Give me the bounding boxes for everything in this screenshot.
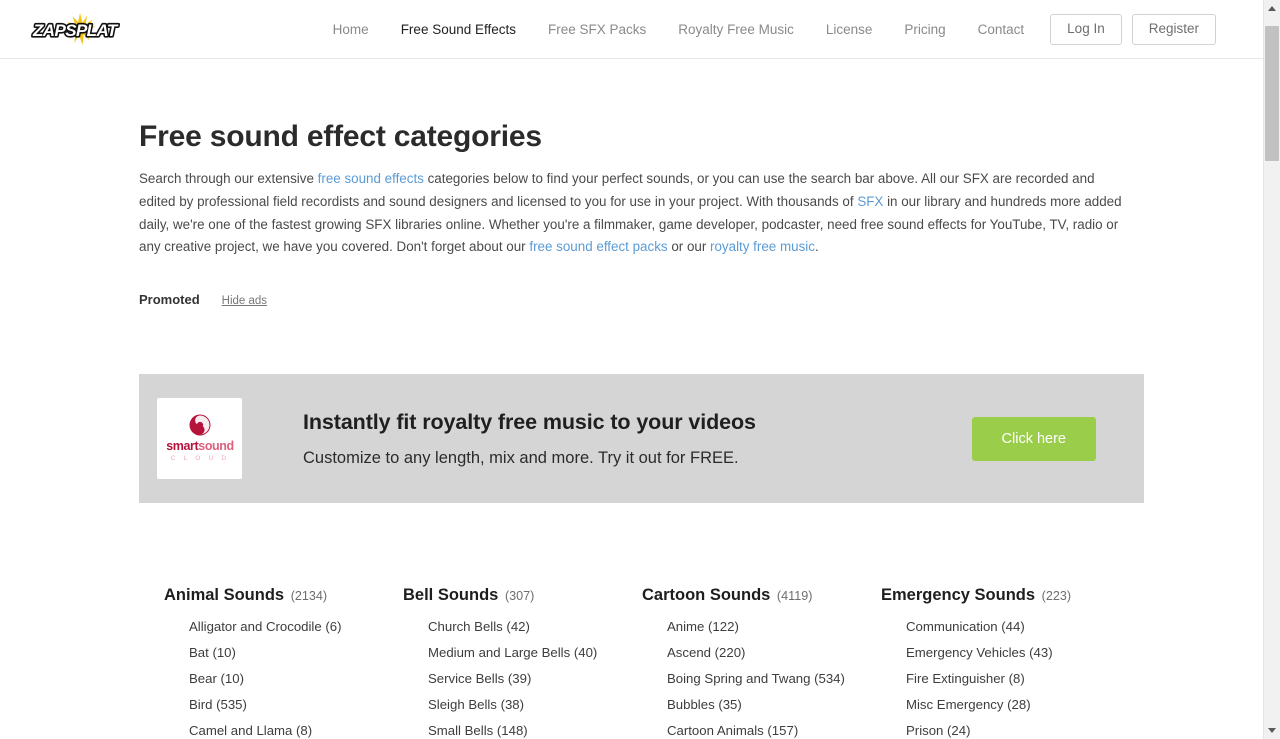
category-subitem[interactable]: Medium and Large Bells (40) (403, 645, 642, 660)
category-group: Cartoon Sounds (4119) Anime (122) Ascend (… (642, 586, 881, 739)
intro-paragraph: Search through our extensive free sound … (139, 168, 1125, 258)
category-columns: Animal Sounds (2134) Alligator and Crocod… (164, 586, 1263, 739)
browser-page: ZAPSPLAT ZAPSPLAT Home Free Sound Effect… (0, 0, 1280, 739)
site-header: ZAPSPLAT ZAPSPLAT Home Free Sound Effect… (0, 0, 1263, 59)
category-column: Emergency Sounds (223) Communication (44)… (881, 586, 1120, 739)
link-royalty-free-music[interactable]: royalty free music (710, 239, 815, 254)
ad-copy: Instantly fit royalty free music to your… (303, 410, 972, 468)
category-column: Bell Sounds (307) Church Bells (42) Medium… (403, 586, 642, 739)
category-heading[interactable]: Cartoon Sounds (4119) (642, 586, 881, 605)
logo-wordmark: ZAPSPLAT ZAPSPLAT (32, 21, 119, 40)
category-heading-label: Emergency Sounds (881, 586, 1035, 604)
category-heading-count: (2134) (291, 589, 327, 603)
category-heading[interactable]: Emergency Sounds (223) (881, 586, 1120, 605)
category-subitem[interactable]: Prison (24) (881, 723, 1120, 738)
category-subitem[interactable]: Anime (122) (642, 619, 881, 634)
category-subitem[interactable]: Church Bells (42) (403, 619, 642, 634)
smartsound-swirl-icon (189, 414, 210, 435)
intro-text-5: . (815, 239, 819, 254)
category-heading-count: (223) (1042, 589, 1071, 603)
category-subitem[interactable]: Misc Emergency (28) (881, 697, 1120, 712)
smartsound-logo: smartsound C L O U D (157, 398, 242, 479)
category-subitem[interactable]: Alligator and Crocodile (6) (164, 619, 403, 634)
page-scrollbar[interactable] (1263, 0, 1280, 739)
ad-subheadline: Customize to any length, mix and more. T… (303, 449, 972, 468)
hide-ads-link[interactable]: Hide ads (222, 295, 267, 307)
category-subitem[interactable]: Bat (10) (164, 645, 403, 660)
scroll-up-arrow-icon[interactable] (1264, 0, 1280, 17)
link-free-sound-effects[interactable]: free sound effects (318, 171, 424, 186)
category-subitem[interactable]: Service Bells (39) (403, 671, 642, 686)
category-heading-count: (4119) (777, 589, 812, 603)
category-subitem[interactable]: Small Bells (148) (403, 723, 642, 738)
link-sfx[interactable]: SFX (857, 194, 883, 209)
link-free-sound-effect-packs[interactable]: free sound effect packs (529, 239, 667, 254)
page-title: Free sound effect categories (139, 120, 542, 154)
smartsound-brand-bold: smart (166, 439, 199, 453)
category-heading[interactable]: Animal Sounds (2134) (164, 586, 403, 605)
login-button[interactable]: Log In (1050, 14, 1122, 45)
category-heading-label: Bell Sounds (403, 586, 498, 604)
smartsound-sub: C L O U D (170, 455, 229, 462)
svg-text:ZAPSPLAT: ZAPSPLAT (32, 21, 119, 40)
category-heading-count: (307) (505, 589, 534, 603)
category-column: Animal Sounds (2134) Alligator and Crocod… (164, 586, 403, 739)
intro-text-4: or our (668, 239, 710, 254)
category-subitem[interactable]: Bubbles (35) (642, 697, 881, 712)
intro-text-1: Search through our extensive (139, 171, 318, 186)
page-viewport: ZAPSPLAT ZAPSPLAT Home Free Sound Effect… (0, 0, 1263, 739)
scrollbar-thumb[interactable] (1265, 26, 1279, 161)
promoted-ad-banner[interactable]: smartsound C L O U D Instantly fit royal… (139, 374, 1144, 503)
category-subitem[interactable]: Bear (10) (164, 671, 403, 686)
category-subitem[interactable]: Boing Spring and Twang (534) (642, 671, 881, 686)
category-subitem[interactable]: Sleigh Bells (38) (403, 697, 642, 712)
scroll-down-arrow-icon[interactable] (1264, 722, 1280, 739)
nav-item-license[interactable]: License (810, 0, 889, 59)
click-here-button[interactable]: Click here (972, 417, 1096, 461)
nav-item-home[interactable]: Home (317, 0, 385, 59)
category-group: Bell Sounds (307) Church Bells (42) Medium… (403, 586, 642, 738)
category-subitem[interactable]: Bird (535) (164, 697, 403, 712)
category-subitem[interactable]: Communication (44) (881, 619, 1120, 634)
category-heading-label: Cartoon Sounds (642, 586, 770, 604)
category-subitem[interactable]: Camel and Llama (8) (164, 723, 403, 738)
category-subitem[interactable]: Emergency Vehicles (43) (881, 645, 1120, 660)
smartsound-brand-light: sound (198, 439, 234, 453)
ad-headline: Instantly fit royalty free music to your… (303, 410, 972, 435)
category-group: Animal Sounds (2134) Alligator and Crocod… (164, 586, 403, 739)
main-navigation: Home Free Sound Effects Free SFX Packs R… (317, 0, 1216, 59)
nav-item-free-sound-effects[interactable]: Free Sound Effects (385, 0, 532, 59)
category-subitem[interactable]: Fire Extinguisher (8) (881, 671, 1120, 686)
nav-item-free-sfx-packs[interactable]: Free SFX Packs (532, 0, 662, 59)
category-subitem[interactable]: Ascend (220) (642, 645, 881, 660)
category-column: Cartoon Sounds (4119) Anime (122) Ascend (… (642, 586, 881, 739)
promoted-bar: Promoted Hide ads (139, 292, 267, 307)
svg-text:smartsound: smartsound (166, 439, 234, 453)
category-subitem[interactable]: Cartoon Animals (157) (642, 723, 881, 738)
category-heading[interactable]: Bell Sounds (307) (403, 586, 642, 605)
category-group: Emergency Sounds (223) Communication (44)… (881, 586, 1120, 739)
register-button[interactable]: Register (1132, 14, 1216, 45)
promoted-label: Promoted (139, 292, 200, 307)
category-heading-label: Animal Sounds (164, 586, 284, 604)
nav-item-contact[interactable]: Contact (962, 0, 1041, 59)
zapsplat-logo[interactable]: ZAPSPLAT ZAPSPLAT (27, 11, 131, 49)
nav-item-royalty-free-music[interactable]: Royalty Free Music (662, 0, 810, 59)
nav-item-pricing[interactable]: Pricing (888, 0, 961, 59)
